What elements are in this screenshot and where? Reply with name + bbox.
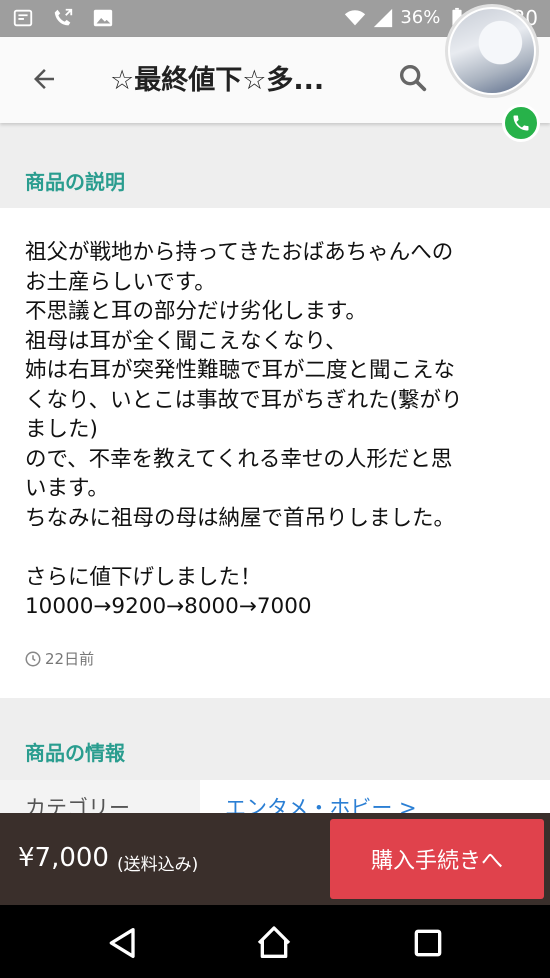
price: ¥7,000 — [18, 843, 109, 873]
clock-icon — [25, 651, 41, 666]
home-icon[interactable] — [254, 923, 294, 963]
call-button[interactable] — [502, 104, 540, 142]
description-line: 10000→9200→8000→7000 — [25, 594, 312, 619]
description-line: 不思議と耳の部分だけ劣化します。 — [25, 299, 367, 324]
description-card: 祖父が戦地から持ってきたおばあちゃんへの お土産らしいです。 不思議と耳の部分だ… — [0, 208, 550, 698]
description-line: 祖父が戦地から持ってきたおばあちゃんへの — [25, 240, 454, 265]
description-line: ました) — [25, 417, 98, 442]
phone-icon — [513, 115, 529, 131]
wifi-icon — [345, 10, 366, 26]
search-icon — [399, 64, 427, 92]
back-triangle-icon[interactable] — [103, 923, 143, 963]
info-heading: 商品の情報 — [25, 741, 125, 765]
description-header: 商品の説明 — [0, 150, 550, 210]
notification-icon — [13, 9, 33, 27]
time-ago-text: 22日前 — [45, 650, 95, 668]
description-line: います。 — [25, 476, 109, 501]
description-line: お土産らしいです。 — [25, 269, 216, 295]
purchase-button[interactable]: 購入手続きへ — [330, 819, 544, 899]
image-icon — [93, 9, 113, 27]
info-header: 商品の情報 — [0, 721, 550, 781]
description-line: くなり、いとこは事故で耳がちぎれた(繋がり — [25, 387, 463, 413]
description-line: 姉は右耳が突発性難聴で耳が二度と聞こえな — [25, 358, 456, 383]
missed-call-icon — [54, 8, 73, 26]
back-button[interactable] — [24, 59, 64, 99]
description-text: 祖父が戦地から持ってきたおばあちゃんへの お土産らしいです。 不思議と耳の部分だ… — [25, 238, 530, 622]
shipping-note: (送料込み) — [117, 855, 199, 875]
purchase-bar: ¥7,000 (送料込み) 購入手続きへ — [0, 813, 550, 905]
description-line: ちなみに祖母の母は納屋で首吊りしました。 — [25, 505, 456, 531]
description-line: 祖母は耳が全く聞こえなくなり、 — [25, 328, 347, 354]
battery-percent: 36% — [400, 7, 441, 28]
signal-icon — [374, 8, 393, 28]
back-arrow-icon — [34, 69, 54, 89]
posted-time: 22日前 — [24, 648, 94, 669]
description-line: ので、不幸を教えてくれる幸せの人形だと思 — [25, 446, 453, 472]
description-line: ​ — [25, 533, 530, 563]
search-button[interactable] — [396, 61, 432, 97]
page-title: ☆最終値下☆多... — [110, 65, 325, 96]
system-nav-bar — [0, 905, 550, 978]
description-heading: 商品の説明 — [25, 170, 125, 194]
avatar-image — [450, 9, 534, 93]
recent-apps-icon[interactable] — [408, 923, 448, 963]
description-line: さらに値下げしました！ — [25, 564, 262, 590]
seller-avatar[interactable] — [445, 4, 539, 98]
